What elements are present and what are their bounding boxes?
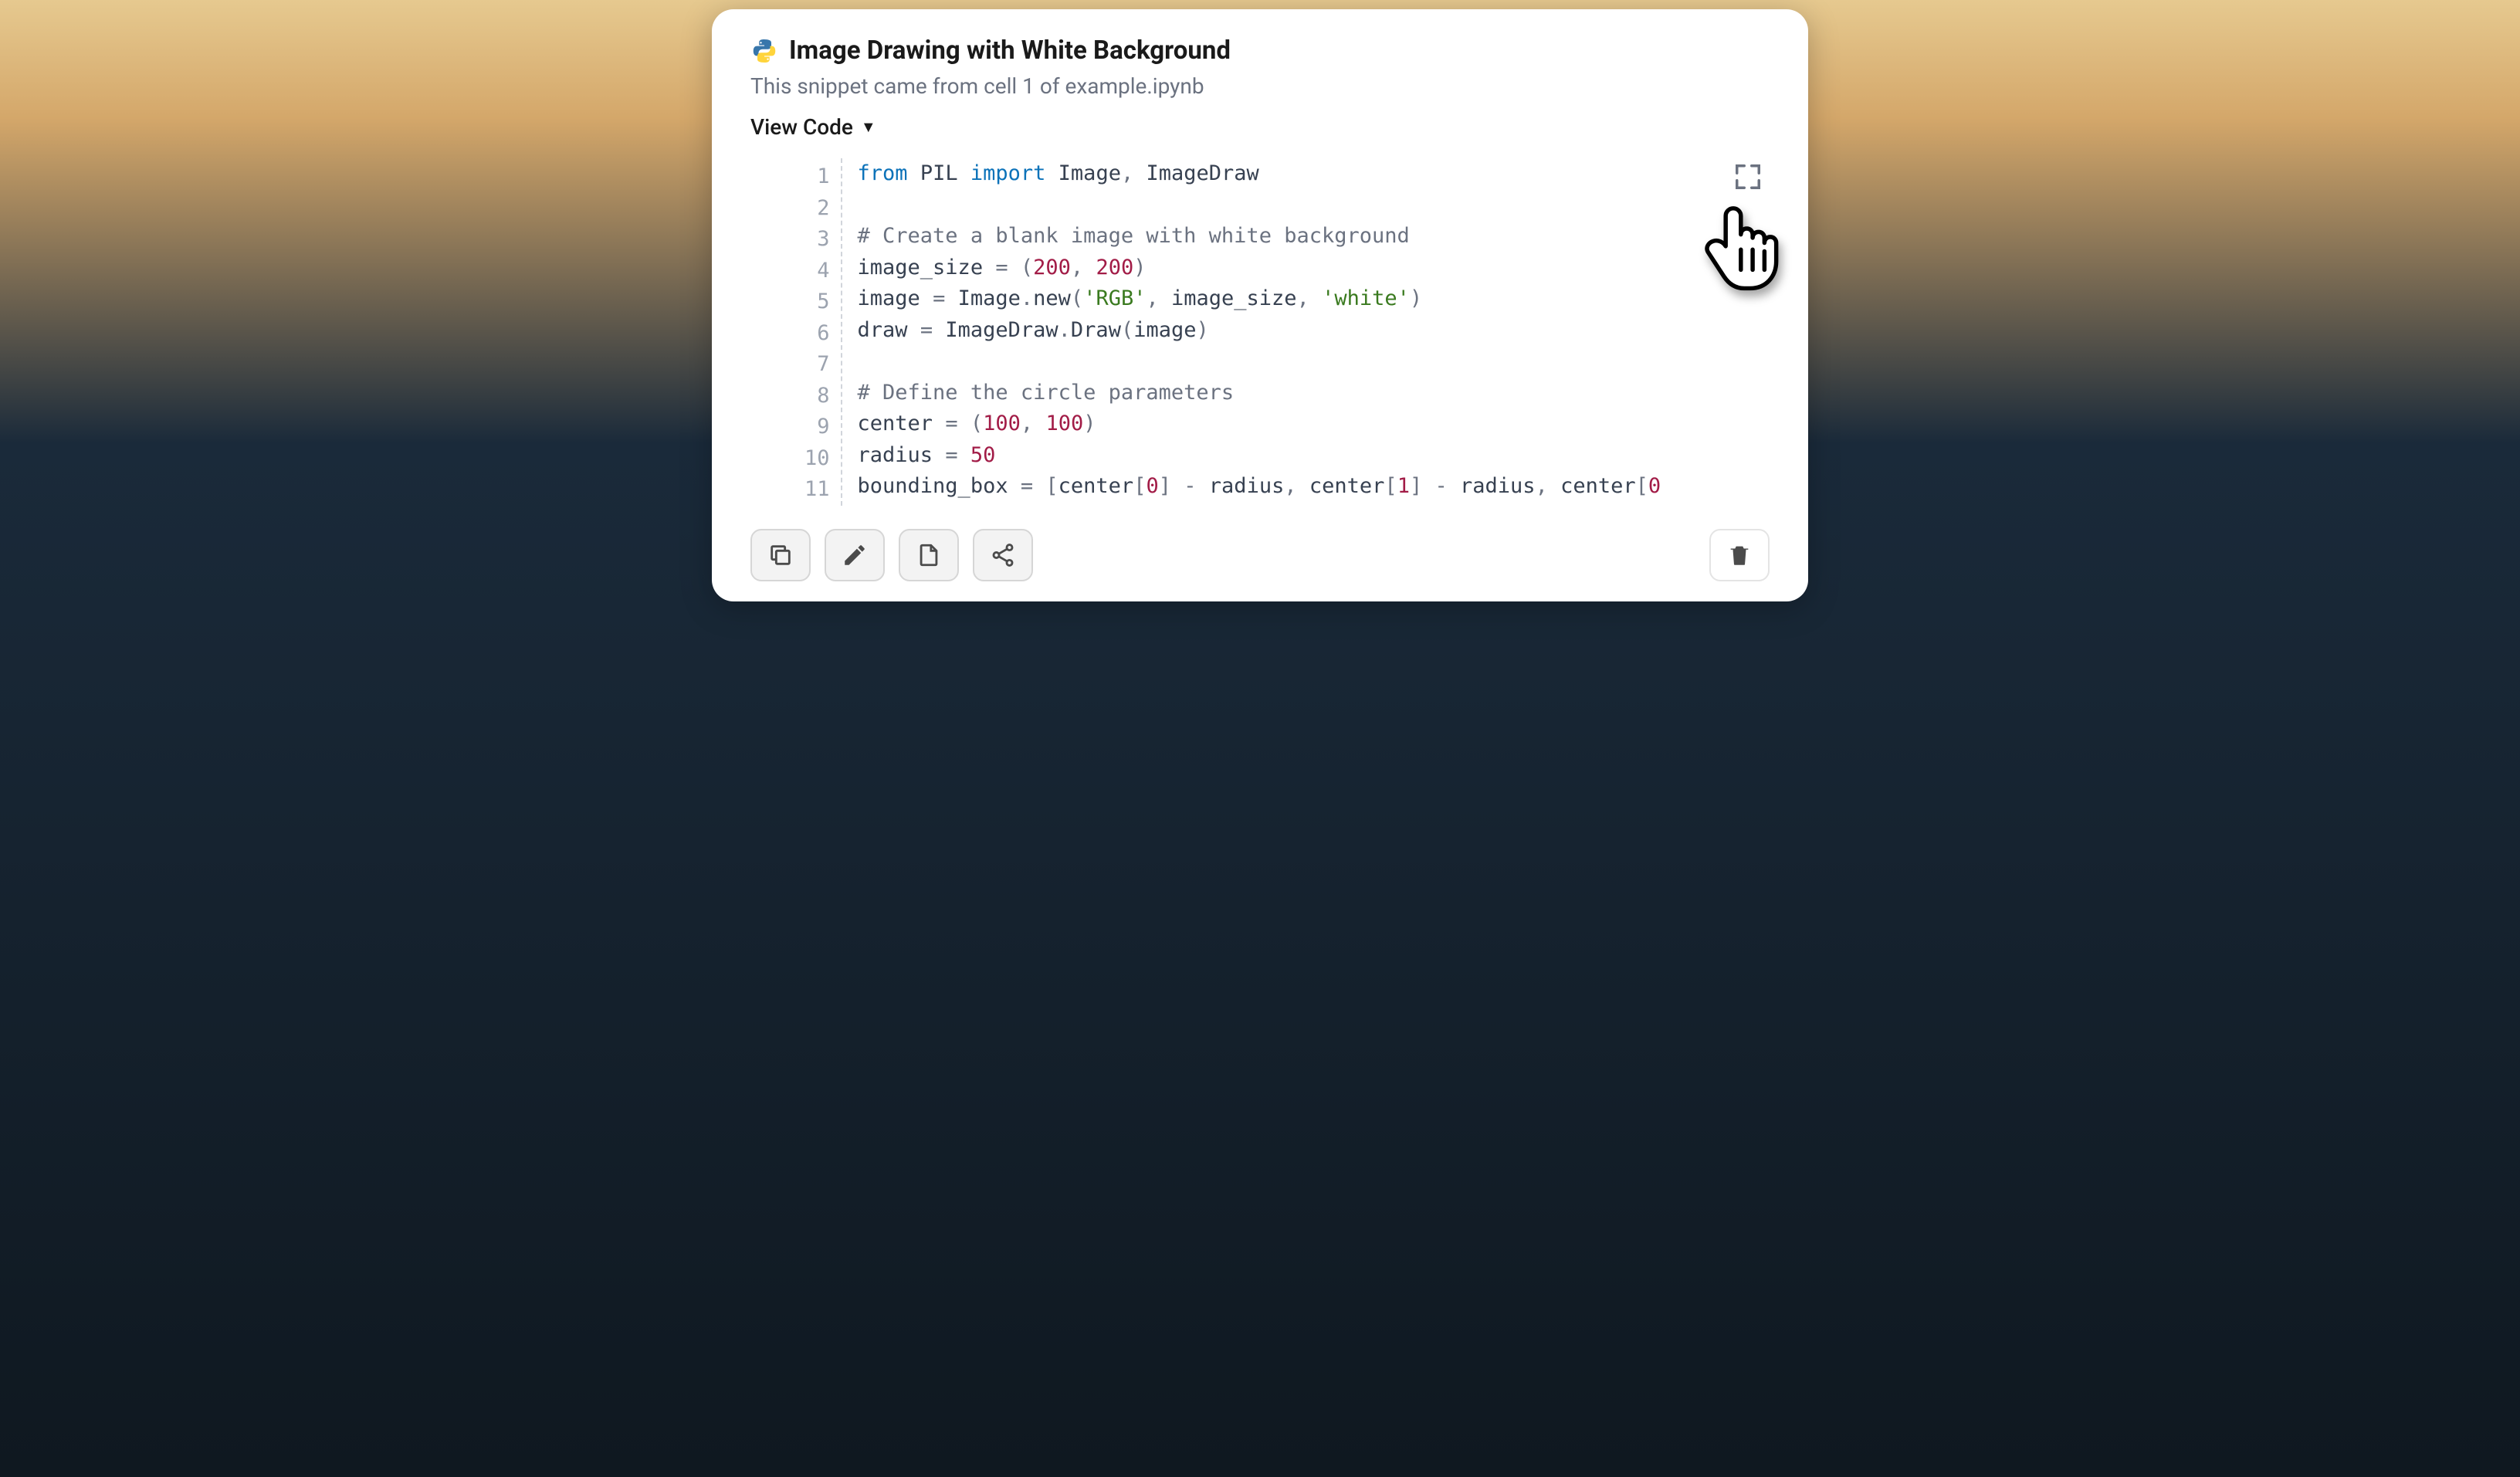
snippet-title: Image Drawing with White Background xyxy=(789,36,1231,66)
share-icon xyxy=(990,542,1016,568)
code-container: 1 2 3 4 5 6 7 8 9 10 11 from PIL import … xyxy=(804,158,1770,506)
file-button[interactable] xyxy=(899,529,959,581)
trash-icon xyxy=(1726,542,1753,568)
line-gutter: 1 2 3 4 5 6 7 8 9 10 11 xyxy=(804,158,842,506)
code-text: from PIL import Image, ImageDraw # Creat… xyxy=(842,158,1770,506)
view-code-toggle[interactable]: View Code ▼ xyxy=(750,114,1770,140)
pencil-icon xyxy=(842,542,868,568)
toolbar xyxy=(750,529,1770,581)
python-icon xyxy=(750,37,778,65)
chevron-down-icon: ▼ xyxy=(861,117,876,137)
code-block[interactable]: 1 2 3 4 5 6 7 8 9 10 11 from PIL import … xyxy=(804,158,1770,506)
edit-button[interactable] xyxy=(825,529,885,581)
delete-button[interactable] xyxy=(1709,529,1770,581)
copy-icon xyxy=(767,542,794,568)
header: Image Drawing with White Background xyxy=(750,36,1770,66)
copy-button[interactable] xyxy=(750,529,811,581)
snippet-card: Image Drawing with White Background This… xyxy=(712,9,1808,601)
snippet-subtitle: This snippet came from cell 1 of example… xyxy=(750,73,1770,99)
view-code-label: View Code xyxy=(750,114,853,140)
share-button[interactable] xyxy=(973,529,1033,581)
file-icon xyxy=(916,542,942,568)
